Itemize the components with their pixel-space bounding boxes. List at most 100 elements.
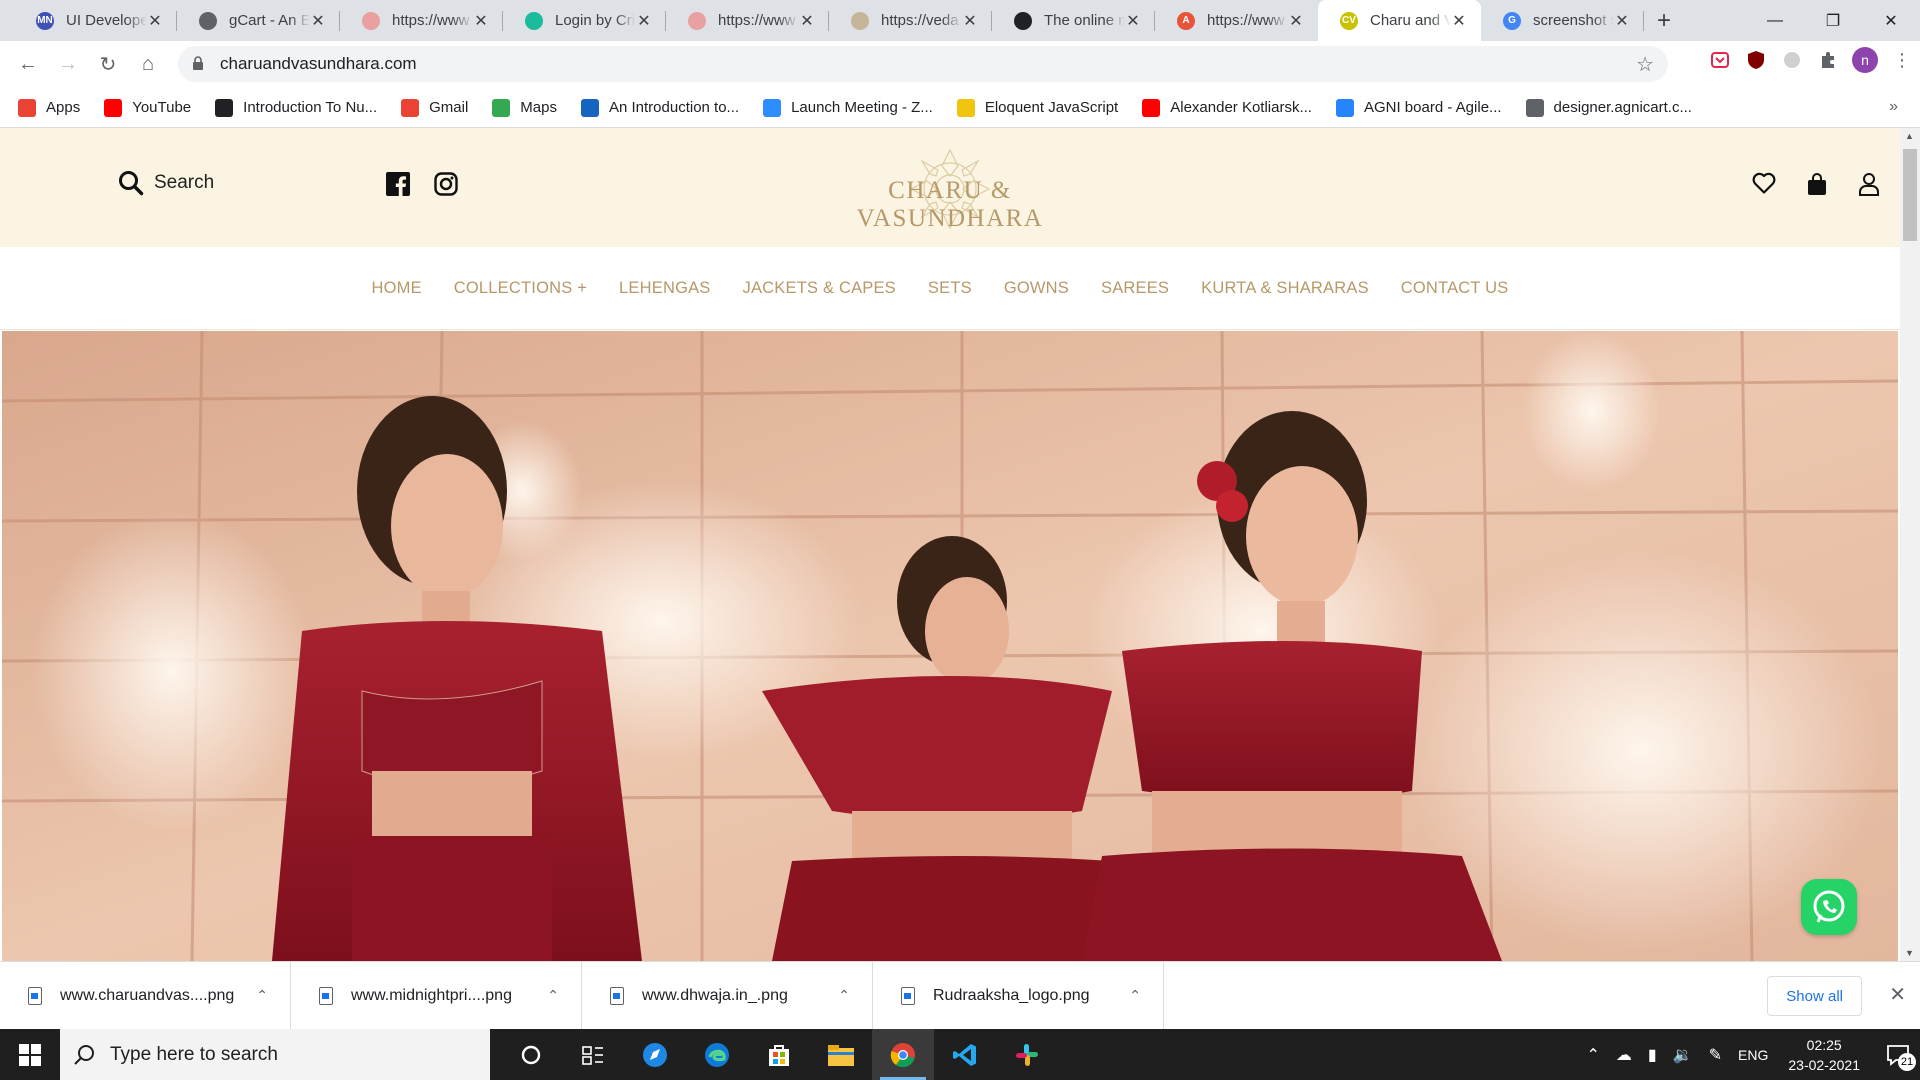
scroll-up-arrow-icon[interactable]: ▲: [1905, 131, 1914, 141]
action-center-button[interactable]: 21: [1876, 1029, 1920, 1080]
home-icon[interactable]: ⌂: [128, 45, 168, 85]
tab-close-icon[interactable]: ✕: [1288, 11, 1304, 31]
nav-link[interactable]: JACKETS & CAPES: [743, 279, 896, 298]
bookmark-item[interactable]: Eloquent JavaScript: [956, 98, 1118, 117]
pocket-icon[interactable]: [1708, 48, 1732, 72]
chrome-icon[interactable]: [872, 1029, 934, 1080]
restore-icon[interactable]: ❐: [1804, 0, 1862, 41]
taskbar-clock[interactable]: 02:25 23-02-2021: [1788, 1035, 1860, 1075]
tab-close-icon[interactable]: ✕: [473, 11, 489, 31]
task-view-icon[interactable]: [562, 1029, 624, 1080]
browser-tab[interactable]: Gscreenshot s ✕: [1481, 0, 1644, 41]
chevron-up-icon[interactable]: ⌃: [1129, 987, 1141, 1004]
slack-icon[interactable]: [996, 1029, 1058, 1080]
instagram-icon[interactable]: [434, 172, 458, 196]
tab-close-icon[interactable]: ✕: [799, 11, 815, 31]
bookmark-item[interactable]: YouTube: [104, 98, 191, 117]
tab-close-icon[interactable]: ✕: [1614, 11, 1630, 31]
nav-link[interactable]: SAREES: [1101, 279, 1169, 298]
scrollbar-thumb[interactable]: [1903, 149, 1917, 241]
microsoft-store-icon[interactable]: [748, 1029, 810, 1080]
vscode-icon[interactable]: [934, 1029, 996, 1080]
bookmark-item[interactable]: Apps: [18, 98, 80, 117]
bookmark-item[interactable]: Introduction To Nu...: [215, 98, 377, 117]
extension-grey-icon[interactable]: [1780, 48, 1804, 72]
show-all-downloads-button[interactable]: Show all: [1767, 976, 1862, 1016]
tab-close-icon[interactable]: ✕: [1451, 11, 1467, 31]
nav-link[interactable]: LEHENGAS: [619, 279, 710, 298]
bookmark-item[interactable]: Maps: [492, 98, 557, 117]
ublock-icon[interactable]: [1744, 48, 1768, 72]
bookmark-item[interactable]: AGNI board - Agile...: [1335, 98, 1502, 117]
page-scrollbar[interactable]: ▲ ▼: [1900, 128, 1920, 961]
download-item[interactable]: www.charuandvas....png ⌃: [0, 961, 291, 1030]
edge-icon[interactable]: [686, 1029, 748, 1080]
browser-tab[interactable]: https://www ✕: [340, 0, 503, 41]
language-indicator[interactable]: ENG: [1738, 1047, 1768, 1063]
battery-icon[interactable]: ▮: [1648, 1045, 1657, 1065]
back-icon[interactable]: ←: [8, 45, 48, 85]
address-bar[interactable]: charuandvasundhara.com ☆: [178, 46, 1668, 82]
browser-tab[interactable]: https://www ✕: [666, 0, 829, 41]
download-item[interactable]: www.midnightpri....png ⌃: [291, 961, 582, 1030]
safari-icon[interactable]: [624, 1029, 686, 1080]
extensions-puzzle-icon[interactable]: [1816, 48, 1840, 72]
bookmark-item[interactable]: Launch Meeting - Z...: [763, 98, 933, 117]
browser-tab[interactable]: gCart - An E ✕: [177, 0, 340, 41]
cortana-icon[interactable]: [500, 1029, 562, 1080]
brand-logo[interactable]: CHARU & VASUNDHARA: [800, 142, 1100, 232]
download-item[interactable]: www.dhwaja.in_.png ⌃: [582, 961, 873, 1030]
browser-tab[interactable]: CV Charu and V ✕: [1318, 0, 1481, 41]
close-window-icon[interactable]: ✕: [1862, 0, 1920, 41]
shopping-bag-icon[interactable]: [1806, 172, 1828, 196]
tab-close-icon[interactable]: ✕: [310, 11, 326, 31]
chevron-up-icon[interactable]: ⌃: [547, 987, 559, 1004]
url-text[interactable]: charuandvasundhara.com: [220, 54, 417, 74]
browser-tab[interactable]: Ahttps://www ✕: [1155, 0, 1318, 41]
tray-overflow-chevron-icon[interactable]: ⌃: [1586, 1045, 1599, 1065]
whatsapp-chat-button[interactable]: [1801, 879, 1857, 935]
site-search-button[interactable]: Search: [118, 170, 214, 196]
browser-tab[interactable]: Login by Cri ✕: [503, 0, 666, 41]
wishlist-heart-icon[interactable]: [1752, 172, 1776, 194]
bookmark-item[interactable]: An Introduction to...: [580, 98, 739, 117]
bookmarks-overflow-icon[interactable]: »: [1889, 98, 1898, 116]
volume-icon[interactable]: 🔉: [1673, 1045, 1693, 1065]
scroll-down-arrow-icon[interactable]: ▼: [1905, 948, 1914, 958]
tab-close-icon[interactable]: ✕: [1125, 11, 1141, 31]
tab-close-icon[interactable]: ✕: [147, 11, 163, 31]
account-user-icon[interactable]: [1858, 172, 1880, 196]
lock-icon[interactable]: [192, 55, 208, 73]
chevron-up-icon[interactable]: ⌃: [838, 987, 850, 1004]
tab-close-icon[interactable]: ✕: [962, 11, 978, 31]
browser-tab[interactable]: https://veda ✕: [829, 0, 992, 41]
nav-link[interactable]: KURTA & SHARARAS: [1201, 279, 1369, 298]
nav-link[interactable]: CONTACT US: [1401, 279, 1509, 298]
nav-link[interactable]: COLLECTIONS +: [454, 279, 587, 298]
close-downloads-icon[interactable]: ✕: [1889, 982, 1906, 1007]
bookmark-item[interactable]: Gmail: [401, 98, 468, 117]
reload-icon[interactable]: ↻: [88, 45, 128, 85]
taskbar-search-box[interactable]: Type here to search: [60, 1029, 490, 1080]
nav-link[interactable]: HOME: [371, 279, 421, 298]
new-tab-button[interactable]: +: [1644, 0, 1684, 41]
menu-kebab-icon[interactable]: ⋮: [1890, 48, 1914, 72]
pen-ink-icon[interactable]: ✎: [1709, 1045, 1722, 1065]
hero-banner-image[interactable]: [2, 331, 1898, 961]
bookmark-star-icon[interactable]: ☆: [1636, 52, 1654, 77]
onedrive-cloud-icon[interactable]: ☁: [1616, 1045, 1632, 1065]
bookmark-item[interactable]: designer.agnicart.c...: [1525, 98, 1692, 117]
profile-avatar[interactable]: n: [1852, 47, 1878, 73]
chevron-up-icon[interactable]: ⌃: [256, 987, 268, 1004]
forward-icon[interactable]: →: [48, 45, 88, 85]
browser-tab[interactable]: The online m ✕: [992, 0, 1155, 41]
nav-link[interactable]: SETS: [928, 279, 972, 298]
browser-tab[interactable]: MN UI Developer ✕: [14, 0, 177, 41]
tab-close-icon[interactable]: ✕: [636, 11, 652, 31]
start-button[interactable]: [0, 1029, 60, 1080]
download-item[interactable]: Rudraaksha_logo.png ⌃: [873, 961, 1164, 1030]
nav-link[interactable]: GOWNS: [1004, 279, 1069, 298]
facebook-icon[interactable]: [386, 172, 410, 196]
minimize-icon[interactable]: —: [1746, 0, 1804, 41]
file-explorer-icon[interactable]: [810, 1029, 872, 1080]
